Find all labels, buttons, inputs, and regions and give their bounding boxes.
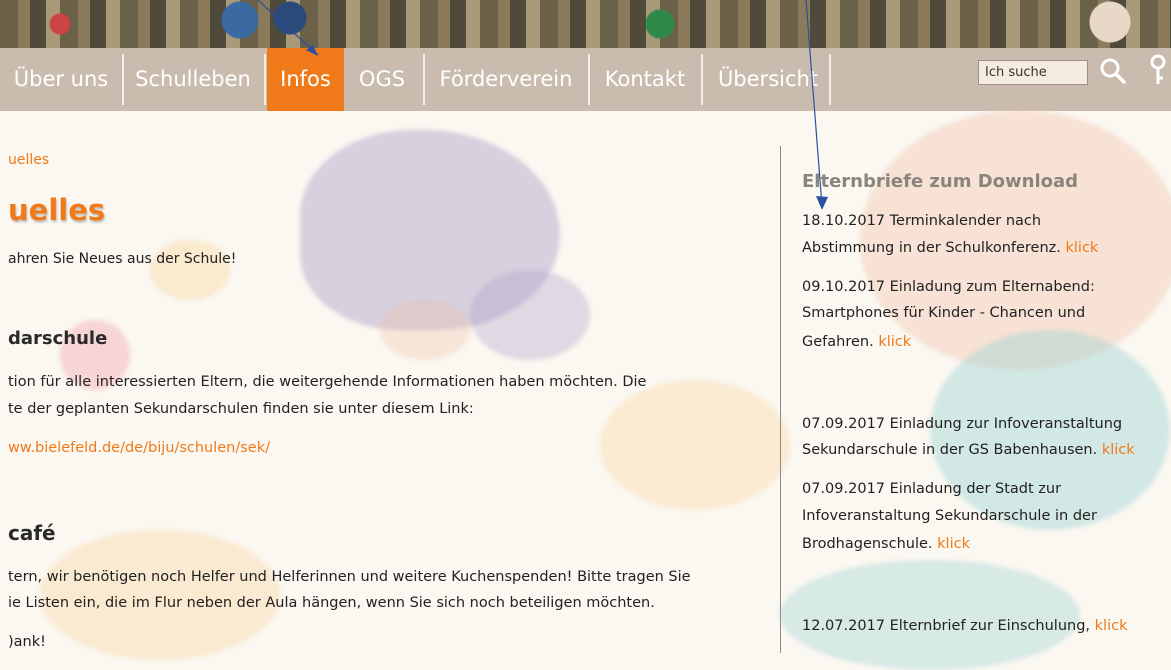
nav-separator	[264, 54, 266, 105]
section-closing: )ank!	[8, 634, 46, 650]
download-entry: Gefahren. klick	[802, 329, 911, 355]
sekundarschule-link[interactable]: ww.bielefeld.de/de/biju/schulen/sek/	[8, 435, 270, 461]
download-entry-text: Brodhagenschule.	[802, 536, 933, 552]
breadcrumb[interactable]: uelles	[8, 152, 49, 168]
download-entry: Sekundarschule in der GS Babenhausen. kl…	[802, 437, 1135, 463]
download-entry-text: Smartphones für Kinder - Chancen und	[802, 305, 1086, 321]
klick-link[interactable]: klick	[1102, 442, 1135, 458]
nav-item-uebersicht[interactable]: Übersicht	[705, 48, 831, 111]
download-entry-text: 12.07.2017 Elternbrief zur Einschulung,	[802, 618, 1091, 634]
nav-item-kontakt[interactable]: Kontakt	[592, 48, 698, 111]
nav-separator	[701, 54, 703, 105]
intro-text: ahren Sie Neues aus der Schule!	[8, 251, 237, 267]
column-divider	[780, 146, 781, 653]
section-heading-cafe: café	[8, 521, 56, 545]
download-entry-text: 07.09.2017 Einladung der Stadt zur	[802, 481, 1062, 497]
search-icon[interactable]	[1098, 56, 1128, 86]
download-entry: Abstimmung in der Schulkonferenz. klick	[802, 235, 1098, 261]
nav-item-ueber-uns[interactable]: Über uns	[8, 48, 114, 111]
download-entry-text: 18.10.2017 Terminkalender nach	[802, 213, 1042, 229]
header-photo	[0, 0, 1171, 48]
nav-separator	[588, 54, 590, 105]
main-content: uelles uelles ahren Sie Neues aus der Sc…	[0, 111, 780, 653]
nav-separator	[423, 54, 425, 105]
nav-item-foerderverein[interactable]: Förderverein	[428, 48, 584, 111]
klick-link[interactable]: klick	[1095, 618, 1128, 634]
sidebar-title: Elternbriefe zum Download	[802, 171, 1079, 192]
search-input[interactable]: Ich suche	[978, 60, 1088, 85]
download-entry-text: Gefahren.	[802, 334, 874, 350]
nav-item-schulleben[interactable]: Schulleben	[126, 48, 260, 111]
section-text: tern, wir benötigen noch Helfer und Helf…	[8, 569, 691, 585]
section-text: tion für alle interessierten Eltern, die…	[8, 374, 647, 390]
section-text: ie Listen ein, die im Flur neben der Aul…	[8, 595, 655, 611]
klick-link[interactable]: klick	[878, 334, 911, 350]
key-icon[interactable]	[1145, 52, 1171, 88]
klick-link[interactable]: klick	[937, 536, 970, 552]
section-heading-sekundarschule: darschule	[8, 328, 108, 349]
nav-item-ogs[interactable]: OGS	[346, 48, 418, 111]
download-entry-text: Infoveranstaltung Sekundarschule in der	[802, 508, 1097, 524]
download-entry-text: Abstimmung in der Schulkonferenz.	[802, 240, 1061, 256]
page-title: uelles	[8, 193, 106, 227]
section-text: te der geplanten Sekundarschulen finden …	[8, 401, 474, 417]
nav-separator	[829, 54, 831, 105]
download-entry-text: 07.09.2017 Einladung zur Infoveranstaltu…	[802, 416, 1123, 432]
nav-separator	[122, 54, 124, 105]
nav-item-infos[interactable]: Infos	[267, 48, 344, 111]
download-entry: 12.07.2017 Elternbrief zur Einschulung, …	[802, 613, 1127, 639]
klick-link[interactable]: klick	[1066, 240, 1099, 256]
download-entry-text: Sekundarschule in der GS Babenhausen.	[802, 442, 1098, 458]
download-entry-text: 09.10.2017 Einladung zum Elternabend:	[802, 279, 1095, 295]
download-entry: Brodhagenschule. klick	[802, 531, 970, 557]
